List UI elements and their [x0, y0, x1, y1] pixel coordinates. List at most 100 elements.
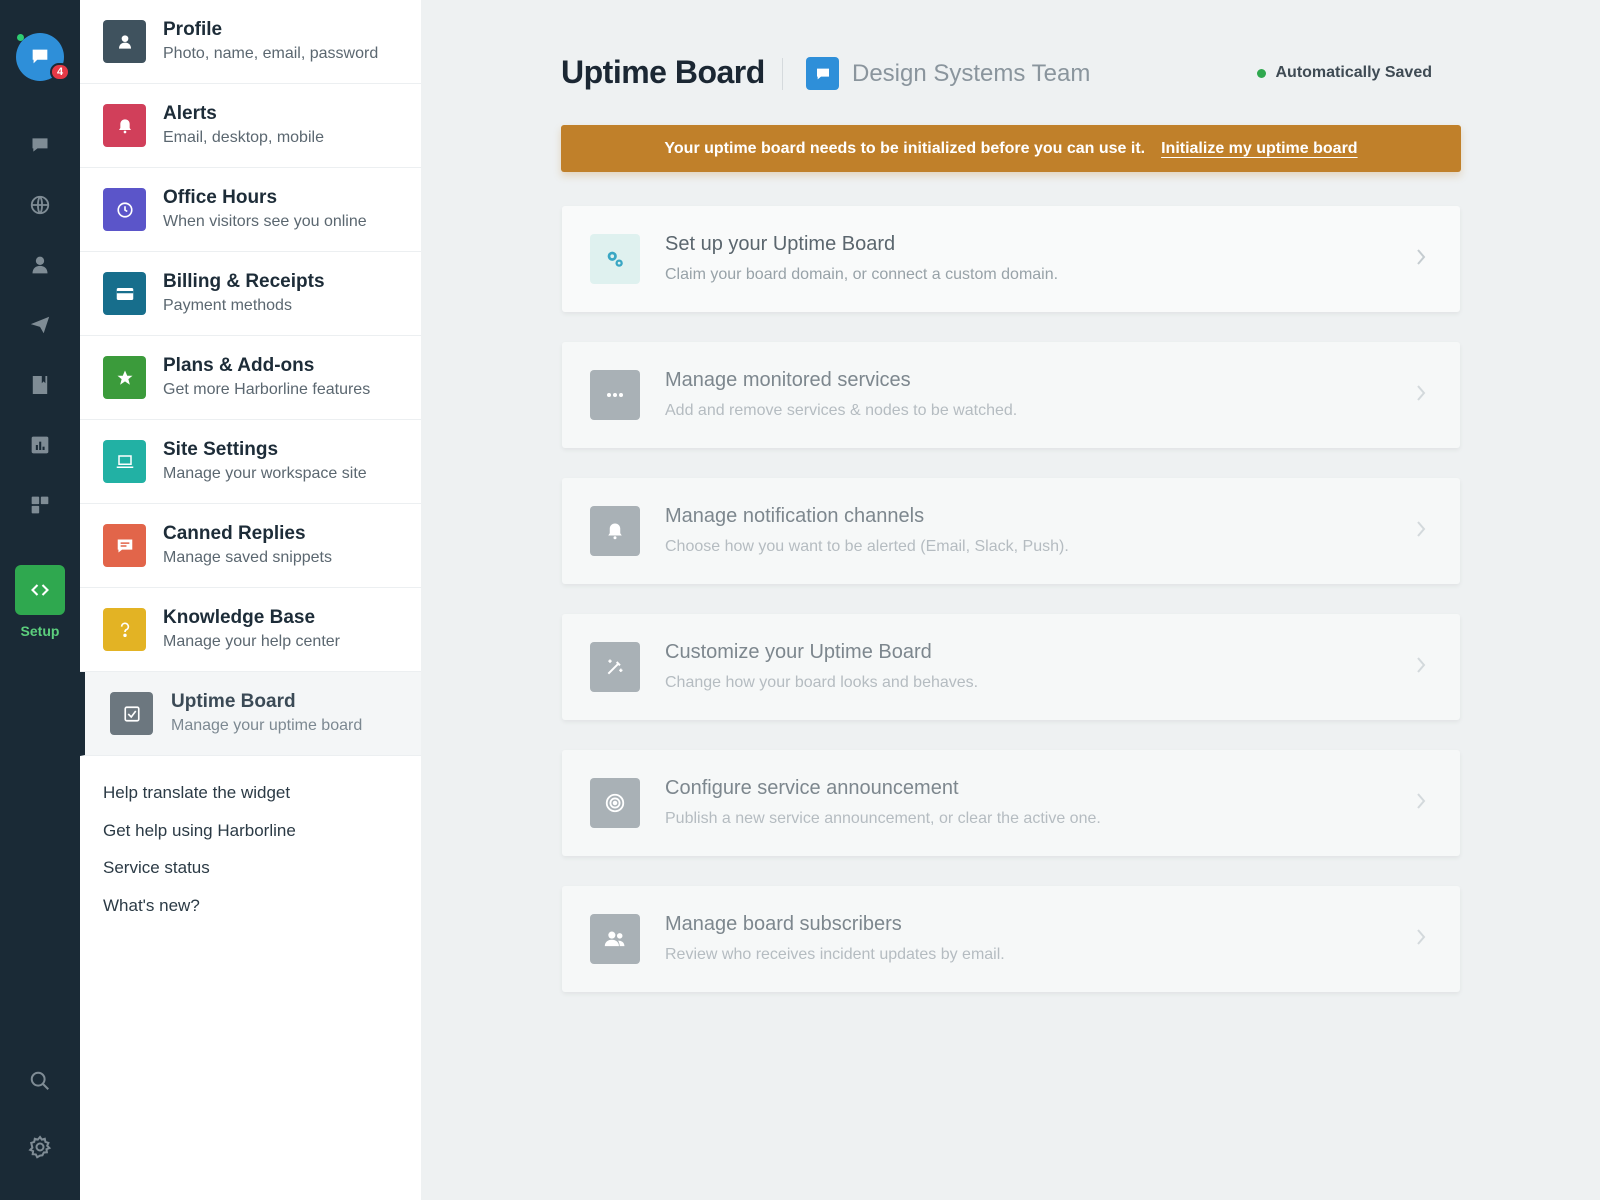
plugins-icon: [31, 496, 49, 514]
notification-count-badge: 4: [50, 63, 70, 81]
whats-new-link[interactable]: What's new?: [103, 896, 200, 916]
menu-item-subtitle: Manage saved snippets: [163, 549, 332, 566]
user-icon: [32, 256, 48, 274]
menu-item-canned-replies[interactable]: Canned Replies Manage saved snippets: [80, 504, 421, 588]
card-subtitle: Publish a new service announcement, or c…: [665, 810, 1101, 827]
menu-item-subtitle: Manage your workspace site: [163, 465, 367, 482]
online-status-dot: [17, 34, 24, 41]
rail-campaigns-button[interactable]: [20, 305, 60, 345]
rail-setup-label: Setup: [20, 623, 60, 639]
inbox-logo-button[interactable]: 4: [16, 33, 70, 81]
service-announcement-card[interactable]: Configure service announcement Publish a…: [562, 750, 1460, 856]
menu-item-office-hours[interactable]: Office Hours When visitors see you onlin…: [80, 168, 421, 252]
menu-item-subtitle: Photo, name, email, password: [163, 45, 379, 62]
menu-item-subtitle: Get more Harborline features: [163, 381, 371, 398]
card-icon-box: [590, 642, 640, 692]
card-subtitle: Choose how you want to be alerted (Email…: [665, 538, 1069, 555]
banner-message: Your uptime board needs to be initialize…: [664, 139, 1146, 157]
chevron-right-icon: [1417, 521, 1426, 537]
card-title: Customize your Uptime Board: [665, 641, 932, 663]
service-status-link[interactable]: Service status: [103, 858, 210, 878]
card-title: Manage board subscribers: [665, 913, 902, 935]
checkbox-icon: [123, 705, 140, 722]
star-icon: [117, 370, 132, 385]
laptop-icon: [116, 454, 133, 468]
menu-item-title: Billing & Receipts: [163, 271, 325, 292]
help-translate-link[interactable]: Help translate the widget: [103, 783, 290, 803]
menu-icon-box: [103, 356, 146, 399]
title-divider: [782, 58, 783, 90]
menu-item-subtitle: Payment methods: [163, 297, 292, 314]
card-title: Manage notification channels: [665, 505, 925, 527]
message-icon: [117, 538, 132, 553]
rail-helpdesk-button[interactable]: [20, 365, 60, 405]
rail-plugins-button[interactable]: [20, 485, 60, 525]
initialize-link[interactable]: Initialize my uptime board: [1161, 140, 1357, 158]
rail-inbox-button[interactable]: [20, 125, 60, 165]
rail-search-button[interactable]: [20, 1061, 60, 1101]
menu-item-subtitle: Email, desktop, mobile: [163, 129, 324, 146]
setup-card[interactable]: Set up your Uptime Board Claim your boar…: [562, 206, 1460, 312]
page-title: Uptime Board: [561, 54, 765, 90]
menu-item-title: Site Settings: [163, 439, 279, 460]
card-icon-box: [590, 370, 640, 420]
rail-analytics-button[interactable]: [20, 425, 60, 465]
card-icon-box: [590, 234, 640, 284]
card-title: Set up your Uptime Board: [665, 233, 896, 255]
gears-icon: [607, 251, 623, 267]
bell-icon: [608, 523, 622, 540]
target-icon: [605, 793, 625, 813]
chevron-right-icon: [1417, 249, 1426, 265]
globe-icon: [30, 195, 50, 215]
menu-item-subtitle: When visitors see you online: [163, 213, 367, 230]
menu-icon-box: [103, 524, 146, 567]
chevron-right-icon: [1417, 929, 1426, 945]
menu-item-title: Canned Replies: [163, 523, 306, 544]
more-icon: [607, 393, 623, 397]
menu-item-billing[interactable]: Billing & Receipts Payment methods: [80, 252, 421, 336]
get-help-link[interactable]: Get help using Harborline: [103, 821, 296, 841]
card-subtitle: Claim your board domain, or connect a cu…: [665, 266, 1059, 283]
app-rail: 4 Setup: [0, 0, 80, 1200]
menu-item-alerts[interactable]: Alerts Email, desktop, mobile: [80, 84, 421, 168]
initialize-banner: Your uptime board needs to be initialize…: [561, 125, 1461, 172]
board-subscribers-card[interactable]: Manage board subscribers Review who rece…: [562, 886, 1460, 992]
rail-visitors-button[interactable]: [20, 185, 60, 225]
saved-status-dot: [1256, 68, 1266, 78]
chevron-right-icon: [1417, 385, 1426, 401]
book-icon: [32, 376, 48, 394]
customize-board-card[interactable]: Customize your Uptime Board Change how y…: [562, 614, 1460, 720]
card-icon-box: [590, 914, 640, 964]
credit-card-icon: [116, 287, 133, 300]
team-avatar: [806, 57, 839, 90]
team-name: Design Systems Team: [852, 60, 1091, 87]
menu-item-site-settings[interactable]: Site Settings Manage your workspace site: [80, 420, 421, 504]
magic-wand-icon: [607, 659, 623, 675]
rail-contacts-button[interactable]: [20, 245, 60, 285]
settings-menu: Profile Photo, name, email, password Ale…: [80, 0, 421, 1200]
chat-bubble-icon: [32, 49, 48, 64]
analytics-icon: [31, 436, 49, 454]
menu-icon-box: [103, 440, 146, 483]
chevron-right-icon: [1417, 793, 1426, 809]
menu-item-knowledge-base[interactable]: Knowledge Base Manage your help center: [80, 588, 421, 672]
menu-item-profile[interactable]: Profile Photo, name, email, password: [80, 0, 421, 84]
code-icon: [31, 584, 49, 596]
menu-icon-box: [103, 608, 146, 651]
rail-settings-button[interactable]: [20, 1127, 60, 1167]
menu-item-title: Knowledge Base: [163, 607, 316, 628]
notification-channels-card[interactable]: Manage notification channels Choose how …: [562, 478, 1460, 584]
menu-item-plans[interactable]: Plans & Add-ons Get more Harborline feat…: [80, 336, 421, 420]
menu-item-title: Office Hours: [163, 187, 278, 208]
menu-item-uptime-board[interactable]: Uptime Board Manage your uptime board: [80, 672, 421, 756]
menu-icon-box: [103, 20, 146, 63]
card-subtitle: Change how your board looks and behaves.: [665, 674, 979, 691]
card-icon-box: [590, 778, 640, 828]
clock-icon: [116, 201, 133, 218]
monitored-services-card[interactable]: Manage monitored services Add and remove…: [562, 342, 1460, 448]
question-icon: [120, 621, 129, 637]
rail-setup-button[interactable]: [15, 565, 65, 615]
save-status-text: Automatically Saved: [1275, 64, 1433, 81]
menu-item-title: Plans & Add-ons: [163, 355, 315, 376]
users-icon: [604, 931, 625, 947]
